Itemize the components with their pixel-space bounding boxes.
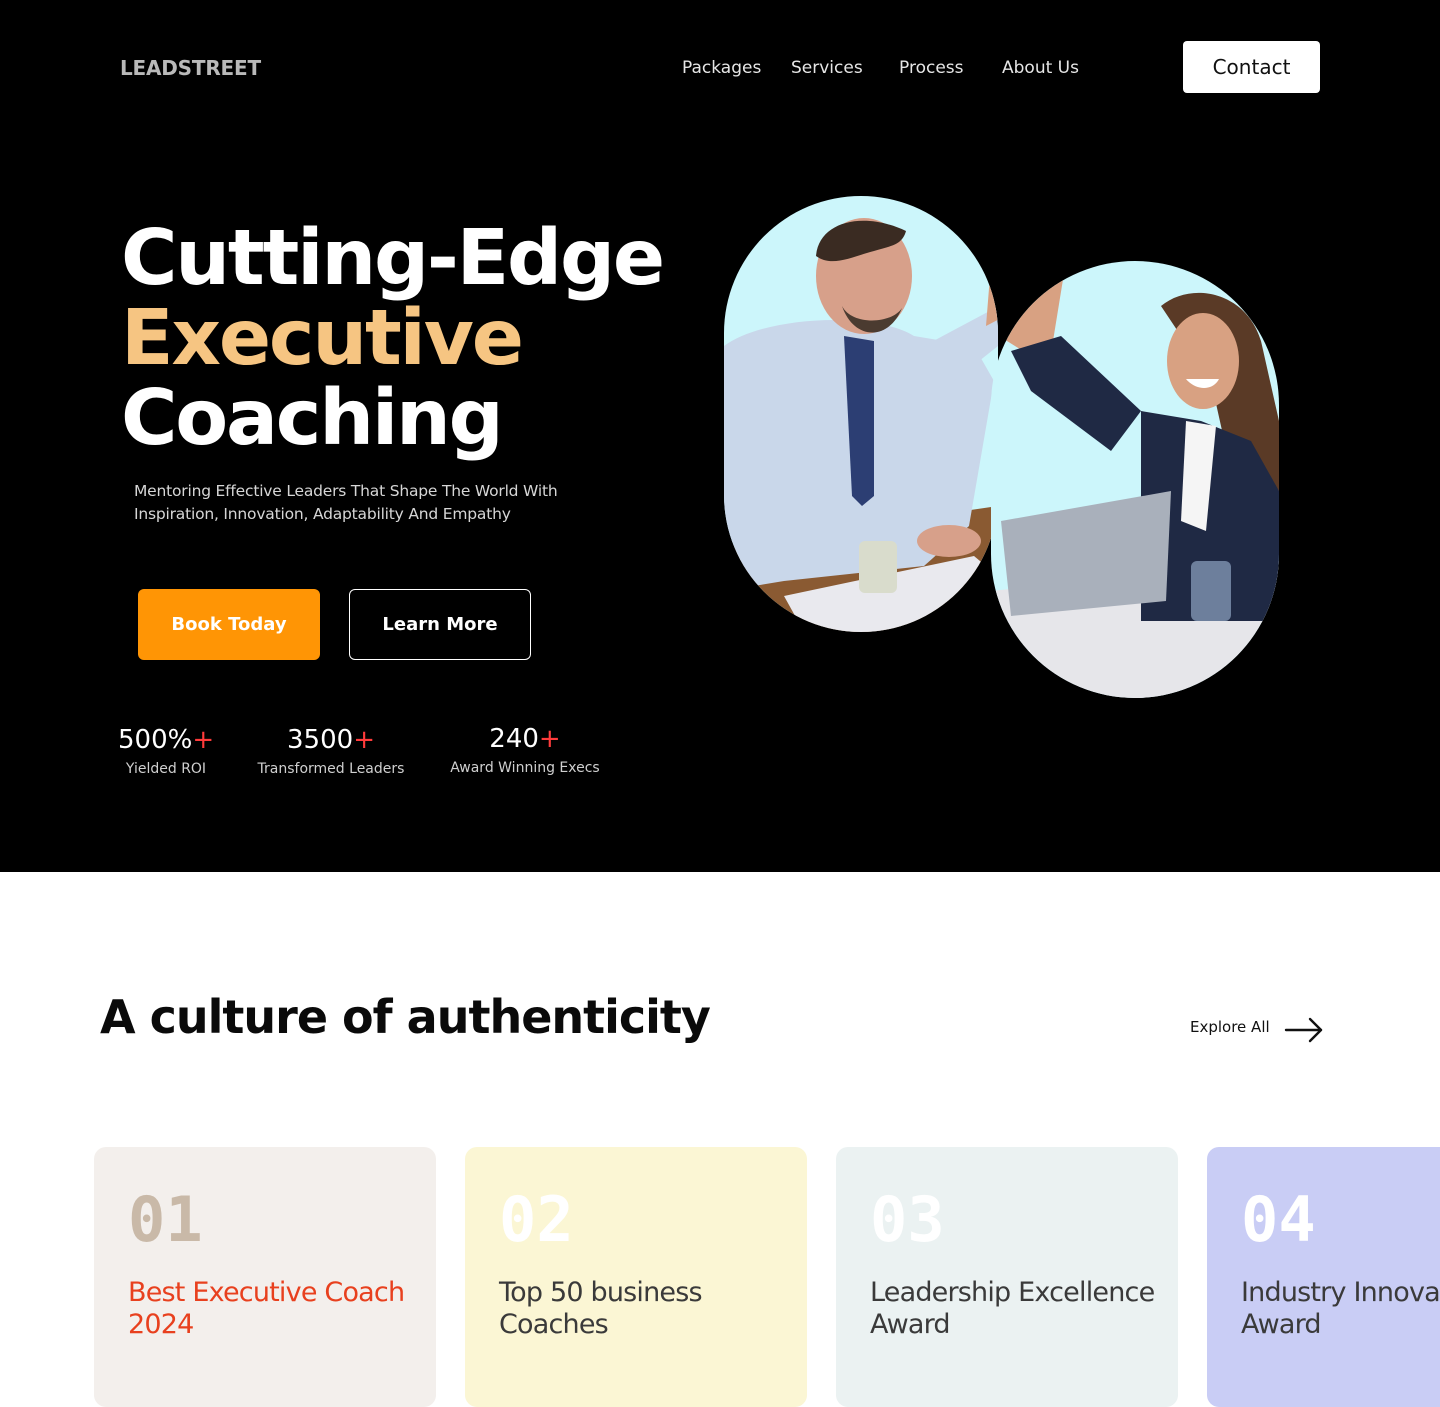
learn-more-button[interactable]: Learn More	[349, 589, 531, 660]
card-title: Top 50 business Coaches	[499, 1277, 703, 1340]
stat-label: Yielded ROI	[125, 761, 207, 777]
card-number: 01	[128, 1183, 203, 1256]
stat-execs: 240+ Award Winning Execs	[443, 724, 607, 776]
nav-item-services[interactable]: Services	[791, 58, 863, 78]
section-title: A culture of authenticity	[100, 990, 711, 1044]
book-today-button[interactable]: Book Today	[138, 589, 320, 660]
nav-item-packages[interactable]: Packages	[682, 58, 761, 78]
card-number: 03	[870, 1183, 945, 1256]
stat-value: 500%+	[118, 725, 215, 755]
award-card-2[interactable]: 02 Top 50 business Coaches	[465, 1147, 807, 1407]
award-card-3[interactable]: 03 Leadership Excellence Award	[836, 1147, 1178, 1407]
headline-line-3: Coaching	[121, 374, 504, 463]
award-card-4[interactable]: 04 Industry Innovation Award	[1207, 1147, 1440, 1407]
headline-line-2: Executive	[121, 294, 524, 383]
stat-label: Award Winning Execs	[450, 760, 600, 776]
hero-photo-woman	[991, 261, 1279, 698]
headline-line-1: Cutting-Edge	[121, 214, 665, 303]
arrow-right-icon[interactable]	[1284, 1016, 1324, 1044]
card-number: 02	[499, 1183, 574, 1256]
hero-photo-man	[724, 196, 998, 632]
stat-label: Transformed Leaders	[257, 761, 405, 777]
stat-roi: 500%+ Yielded ROI	[118, 725, 214, 777]
card-title: Industry Innovation Award	[1241, 1277, 1440, 1340]
contact-button[interactable]: Contact	[1183, 41, 1320, 93]
stat-value: 3500+	[287, 725, 375, 755]
explore-all-link[interactable]: Explore All	[1190, 1018, 1270, 1036]
award-card-1[interactable]: 01 Best Executive Coach 2024	[94, 1147, 436, 1407]
hero-headline: Cutting-Edge Executive Coaching	[121, 214, 665, 463]
brand-logo[interactable]: LEADSTREET	[120, 56, 261, 80]
stat-value: 240+	[489, 724, 561, 754]
hero-subtitle: Mentoring Effective Leaders That Shape T…	[134, 482, 558, 523]
card-title: Best Executive Coach 2024	[128, 1277, 405, 1340]
card-number: 04	[1241, 1183, 1316, 1256]
nav-item-about-us[interactable]: About Us	[1002, 58, 1079, 78]
nav-item-process[interactable]: Process	[899, 58, 964, 78]
hero-section: LEADSTREET Packages Services Process Abo…	[0, 0, 1440, 872]
stat-leaders: 3500+ Transformed Leaders	[250, 725, 412, 777]
card-title: Leadership Excellence Award	[870, 1277, 1155, 1340]
